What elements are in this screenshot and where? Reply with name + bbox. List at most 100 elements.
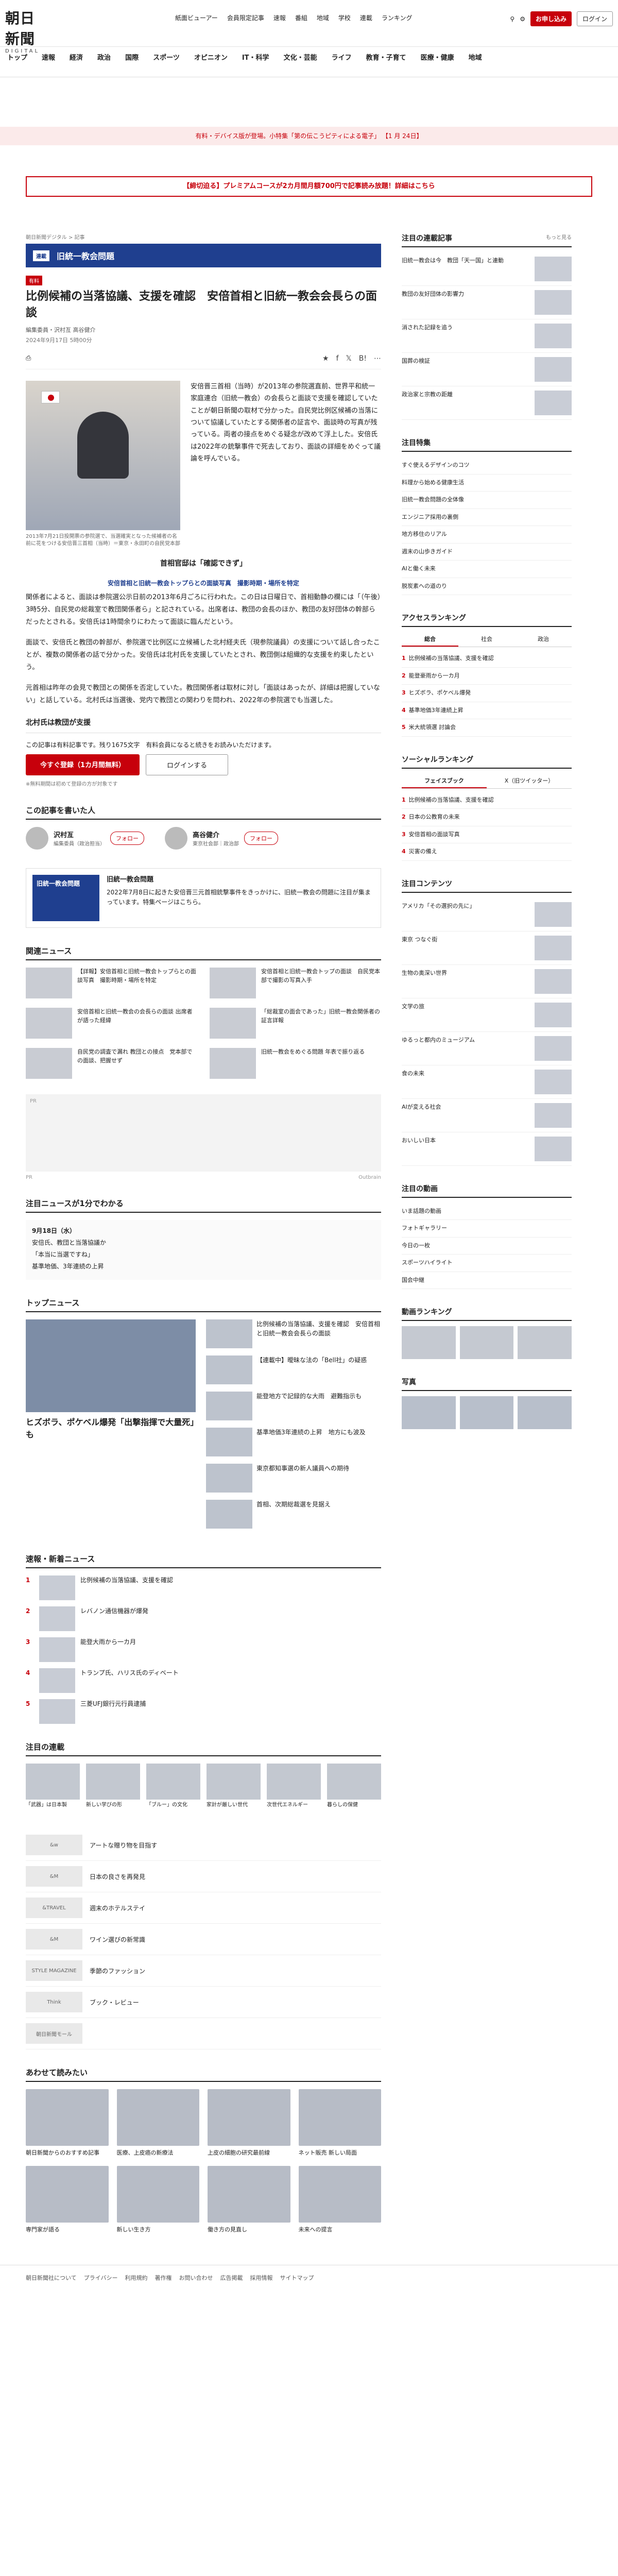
main-nav-item[interactable]: 文化・芸能 bbox=[277, 47, 324, 65]
more-icon[interactable]: ⋯ bbox=[374, 354, 381, 363]
timeline-item[interactable]: 安倍氏、教団と当落協議か bbox=[32, 1238, 375, 1247]
popular-item[interactable]: 旧統一教会は今 教団「天一国」と連動 bbox=[402, 252, 572, 286]
recommend-card[interactable]: 医療、上皮癌の新療法 bbox=[116, 2089, 199, 2158]
recommend-card[interactable]: 上皮の細胞の研究最前線 bbox=[208, 2089, 290, 2158]
main-nav-item[interactable]: 教育・子育て bbox=[359, 47, 414, 65]
related-item[interactable]: 旧統一教会をめぐる問題 年表で振り返る bbox=[210, 1048, 381, 1079]
top-news-item[interactable]: 首相、次期総裁選を見据え bbox=[206, 1500, 381, 1529]
tab-x[interactable]: X（旧ツイッター） bbox=[487, 774, 572, 788]
timeline-item[interactable]: 「本当に当選ですね」 bbox=[32, 1250, 375, 1259]
site-logo[interactable]: 朝日新聞 DIGITAL bbox=[5, 7, 41, 54]
social-item[interactable]: 4 災害の備え bbox=[402, 843, 572, 861]
recommend-card[interactable]: ネット販売 新しい局面 bbox=[298, 2089, 381, 2158]
access-item[interactable]: 4 基準地価3年連続上昇 bbox=[402, 702, 572, 719]
upper-nav-item[interactable]: 学校 bbox=[338, 13, 351, 22]
content-item[interactable]: ゆるっと都内のミュージアム bbox=[402, 1032, 572, 1065]
x-icon[interactable]: 𝕏 bbox=[346, 354, 352, 363]
bookmark-icon[interactable]: ★ bbox=[322, 354, 329, 363]
gear-icon[interactable]: ⚙ bbox=[520, 15, 525, 23]
upper-nav-item[interactable]: 連載 bbox=[360, 13, 372, 22]
feature-item[interactable]: エンジニア採用の裏側 bbox=[402, 509, 572, 526]
popular-item[interactable]: 教団の友好団体の影響力 bbox=[402, 286, 572, 319]
access-item[interactable]: 5 米大統領選 討論会 bbox=[402, 719, 572, 737]
photo-thumb[interactable] bbox=[518, 1396, 572, 1429]
main-nav-item[interactable]: ライフ bbox=[324, 47, 359, 65]
pick-card[interactable]: 「ブルー」の文化 bbox=[146, 1764, 200, 1809]
feature-item[interactable]: 料理から始める健康生活 bbox=[402, 474, 572, 492]
hatena-icon[interactable]: B! bbox=[359, 354, 367, 363]
tab-society[interactable]: 社会 bbox=[458, 632, 515, 647]
ad-provider[interactable]: Outbrain bbox=[358, 1175, 381, 1180]
feature-item[interactable]: 脱炭素への道のり bbox=[402, 578, 572, 595]
follow-button[interactable]: フォロー bbox=[244, 832, 278, 845]
popular-item[interactable]: 消された記録を追う bbox=[402, 319, 572, 353]
video-item[interactable]: いま話題の動画 bbox=[402, 1203, 572, 1220]
main-nav-item[interactable]: 速報 bbox=[35, 47, 62, 65]
footer-link[interactable]: プライバシー bbox=[84, 2274, 118, 2282]
follow-button[interactable]: フォロー bbox=[110, 832, 144, 845]
related-item[interactable]: 安倍首相と旧統一教会の会長らの面談 出席者が語った経緯 bbox=[26, 1008, 197, 1039]
footer-link[interactable]: 利用規約 bbox=[125, 2274, 147, 2282]
content-item[interactable]: おいしい日本 bbox=[402, 1132, 572, 1166]
access-item[interactable]: 1 比例候補の当落協議、支援を確認 bbox=[402, 650, 572, 668]
tab-facebook[interactable]: フェイスブック bbox=[402, 774, 487, 788]
video-item[interactable]: 国会中継 bbox=[402, 1272, 572, 1289]
article-photo[interactable] bbox=[26, 380, 180, 530]
top-news-lead[interactable]: ヒズボラ、ポケベル爆発「出撃指揮で大量死」も bbox=[26, 1319, 196, 1536]
social-item[interactable]: 3 安倍首相の面談写真 bbox=[402, 826, 572, 843]
video-thumb[interactable] bbox=[459, 1326, 514, 1359]
ad-slot[interactable]: PR bbox=[26, 1094, 381, 1172]
related-item[interactable]: 自民党の調査で漏れ 教団との接点 党本部での面談、把握せず bbox=[26, 1048, 197, 1079]
top-news-item[interactable]: 能登地方で記録的な大雨 避難指示も bbox=[206, 1392, 381, 1421]
popular-item[interactable]: 政治家と宗教の距離 bbox=[402, 386, 572, 420]
upper-nav-item[interactable]: 紙面ビューアー bbox=[175, 13, 218, 22]
upper-nav-item[interactable]: 会員限定記事 bbox=[227, 13, 264, 22]
footer-link[interactable]: 著作権 bbox=[154, 2274, 171, 2282]
brand-row[interactable]: Think ブック・レビュー bbox=[26, 1987, 381, 2019]
video-item[interactable]: フォトギャラリー bbox=[402, 1220, 572, 1238]
byline[interactable]: 編集委員・沢村亙 高谷健介 bbox=[26, 326, 381, 334]
video-thumb[interactable] bbox=[518, 1326, 572, 1359]
feature-item[interactable]: 地方移住のリアル bbox=[402, 526, 572, 544]
brand-row[interactable]: &M ワイン選びの新常識 bbox=[26, 1924, 381, 1956]
latest-item[interactable]: 5 三菱UFJ銀行元行員逮捕 bbox=[26, 1699, 381, 1724]
video-item[interactable]: 今日の一枚 bbox=[402, 1238, 572, 1255]
upper-nav-item[interactable]: ランキング bbox=[382, 13, 413, 22]
popular-item[interactable]: 国葬の検証 bbox=[402, 353, 572, 386]
content-item[interactable]: 食の未来 bbox=[402, 1065, 572, 1099]
upper-nav-item[interactable]: 地域 bbox=[317, 13, 329, 22]
footer-link[interactable]: 採用情報 bbox=[250, 2274, 272, 2282]
recommend-card[interactable]: 働き方の見直し bbox=[208, 2165, 290, 2234]
recommend-card[interactable]: 新しい生き方 bbox=[116, 2165, 199, 2234]
brand-row[interactable]: 朝日新聞モール bbox=[26, 2018, 381, 2050]
related-item[interactable]: 安倍首相と旧統一教会トップの面談 自民党本部で撮影の写真入手 bbox=[210, 968, 381, 999]
series-box[interactable]: 旧統一教会問題 旧統一教会問題 2022年7月8日に起きた安倍晋三元首相銃撃事件… bbox=[26, 868, 381, 928]
upper-nav-item[interactable]: 番組 bbox=[295, 13, 307, 22]
pick-card[interactable]: 新しい学びの形 bbox=[86, 1764, 140, 1809]
recommend-card[interactable]: 専門家が語る bbox=[26, 2165, 109, 2234]
top-news-item[interactable]: 東京都知事選の新人議員への期待 bbox=[206, 1464, 381, 1493]
main-nav-item[interactable]: 経済 bbox=[62, 47, 90, 65]
access-item[interactable]: 3 ヒズボラ、ポケベル爆発 bbox=[402, 685, 572, 702]
brand-row[interactable]: STYLE MAGAZINE 季節のファッション bbox=[26, 1955, 381, 1987]
top-news-item[interactable]: 比例候補の当落協議、支援を確認 安倍首相と旧統一教会会長らの面談 bbox=[206, 1319, 381, 1349]
main-nav-item[interactable]: IT・科学 bbox=[235, 47, 277, 65]
paywall-login-button[interactable]: ログインする bbox=[146, 754, 229, 776]
content-item[interactable]: 文学の旅 bbox=[402, 998, 572, 1032]
series-banner[interactable]: 連載 旧統一教会問題 bbox=[26, 244, 381, 267]
main-nav-item[interactable]: 政治 bbox=[90, 47, 118, 65]
tab-politics[interactable]: 政治 bbox=[515, 632, 572, 647]
upper-nav-item[interactable]: 速報 bbox=[273, 13, 286, 22]
popular-more-link[interactable]: もっと見る bbox=[546, 233, 572, 243]
main-nav-item[interactable]: 国際 bbox=[118, 47, 146, 65]
feature-item[interactable]: AIと働く未来 bbox=[402, 561, 572, 578]
footer-link[interactable]: サイトマップ bbox=[280, 2274, 314, 2282]
pick-card[interactable]: 家計が厳しい世代 bbox=[207, 1764, 261, 1809]
main-nav-item[interactable]: オピニオン bbox=[187, 47, 235, 65]
content-item[interactable]: 生物の奥深い世界 bbox=[402, 965, 572, 998]
login-button[interactable]: ログイン bbox=[576, 11, 613, 26]
social-item[interactable]: 1 比例候補の当落協議、支援を確認 bbox=[402, 792, 572, 809]
recommend-card[interactable]: 未来への提言 bbox=[298, 2165, 381, 2234]
footer-link[interactable]: 広告掲載 bbox=[220, 2274, 243, 2282]
main-nav-item[interactable]: 地域 bbox=[461, 47, 489, 65]
